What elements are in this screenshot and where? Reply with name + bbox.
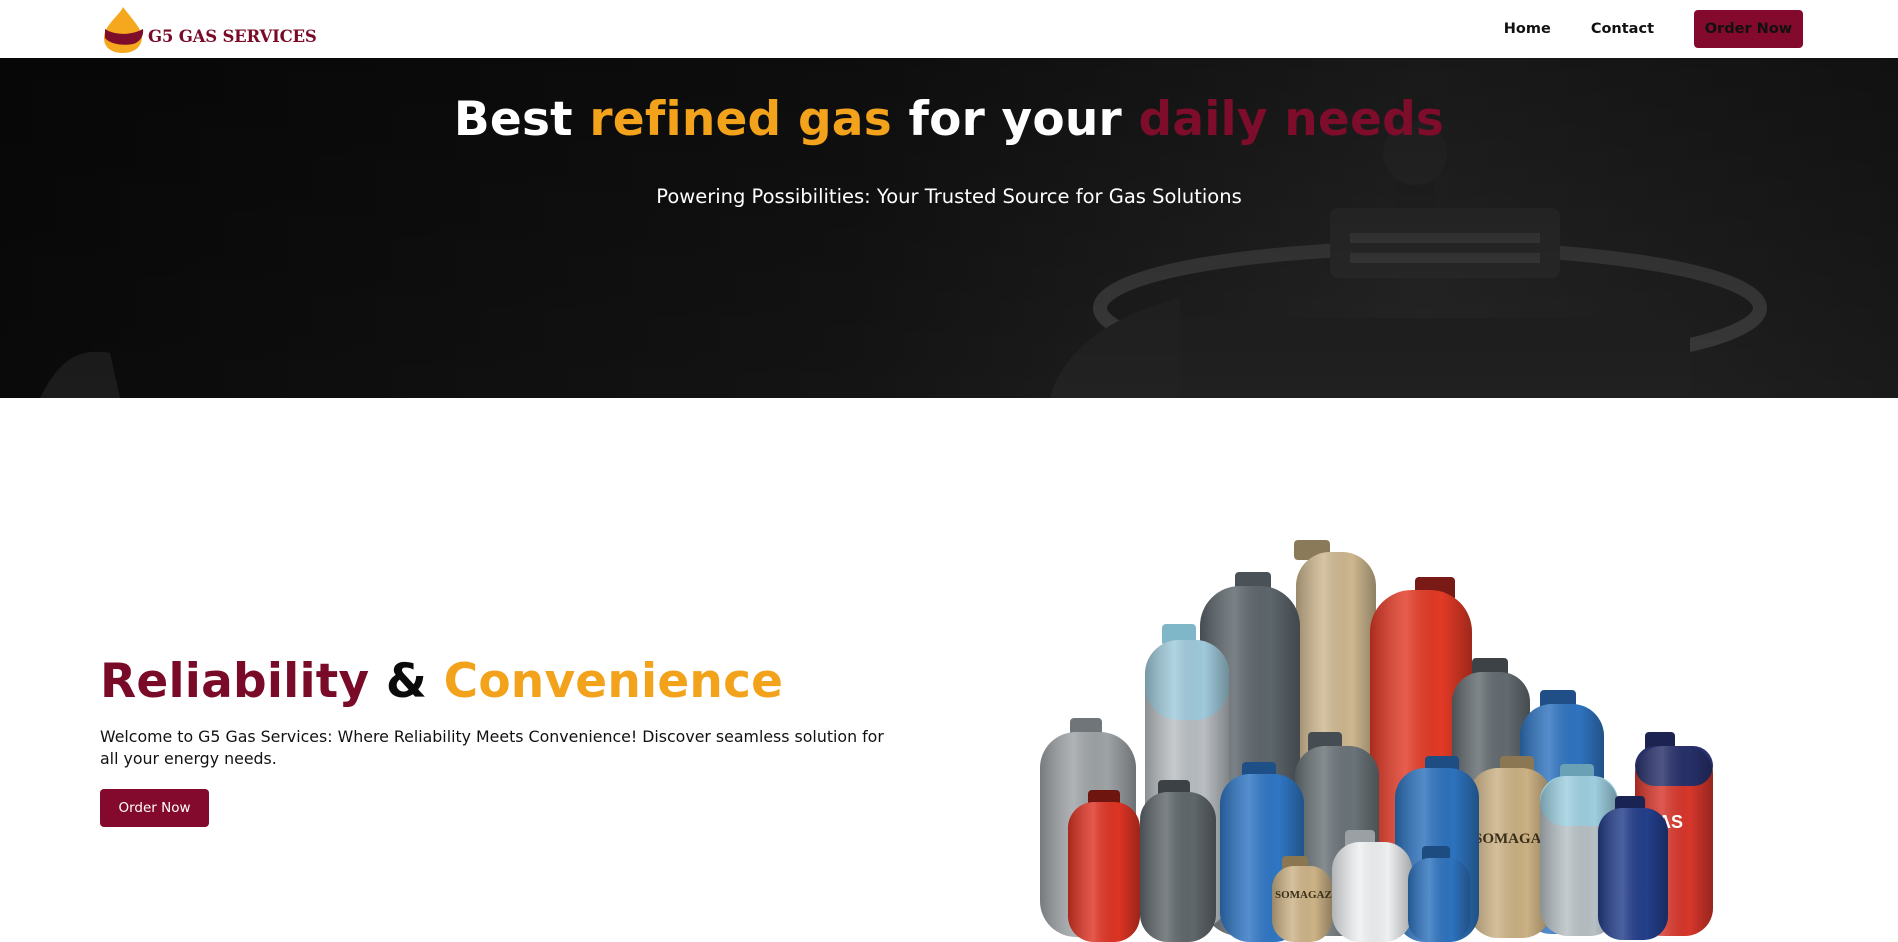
main-heading-convenience: Convenience [443, 654, 784, 709]
main-heading-ampersand: & [369, 654, 444, 709]
cylinder-label-somagaz: SOMAGAZ [1474, 831, 1552, 847]
hero-section: Best refined gas for your daily needs Po… [0, 58, 1898, 398]
flame-logo-icon [104, 7, 144, 53]
main-heading-reliability: Reliability [100, 654, 370, 709]
hero-title-part-3: for your [891, 92, 1139, 147]
hero-title-highlight-maroon: daily needs [1138, 92, 1445, 147]
hero-title-highlight-orange: refined gas [589, 92, 892, 147]
hero-title: Best refined gas for your daily needs [0, 92, 1898, 147]
cylinder-darkgray-front [1140, 780, 1216, 942]
nav-link-contact[interactable]: Contact [1591, 21, 1654, 37]
hero-subtitle: Powering Possibilities: Your Trusted Sou… [656, 185, 1242, 208]
logo[interactable]: G5 GAS SERVICES [100, 5, 317, 55]
main-heading: Reliability & Convenience [100, 654, 783, 709]
header-order-now-button[interactable]: Order Now [1694, 10, 1803, 48]
cylinder-navy-front-right [1598, 796, 1668, 940]
main-nav: Home Contact Order Now [1504, 10, 1803, 48]
site-header: G5 GAS SERVICES Home Contact Order Now [0, 0, 1898, 58]
cylinder-red-front-left [1068, 790, 1140, 942]
hero-title-part-1: Best [453, 92, 590, 147]
cylinder-label-somagaz-small: SOMAGAZ [1275, 889, 1332, 901]
gas-cylinders-image: AS SOMAGAZ SOMAGAZ [1040, 540, 1713, 942]
main-description: Welcome to G5 Gas Services: Where Reliab… [100, 727, 884, 768]
logo-text: G5 GAS SERVICES [148, 26, 317, 46]
cylinder-tan-somagaz: SOMAGAZ [1468, 756, 1552, 938]
main-order-now-button[interactable]: Order Now [100, 789, 209, 827]
nav-link-home[interactable]: Home [1504, 21, 1551, 37]
